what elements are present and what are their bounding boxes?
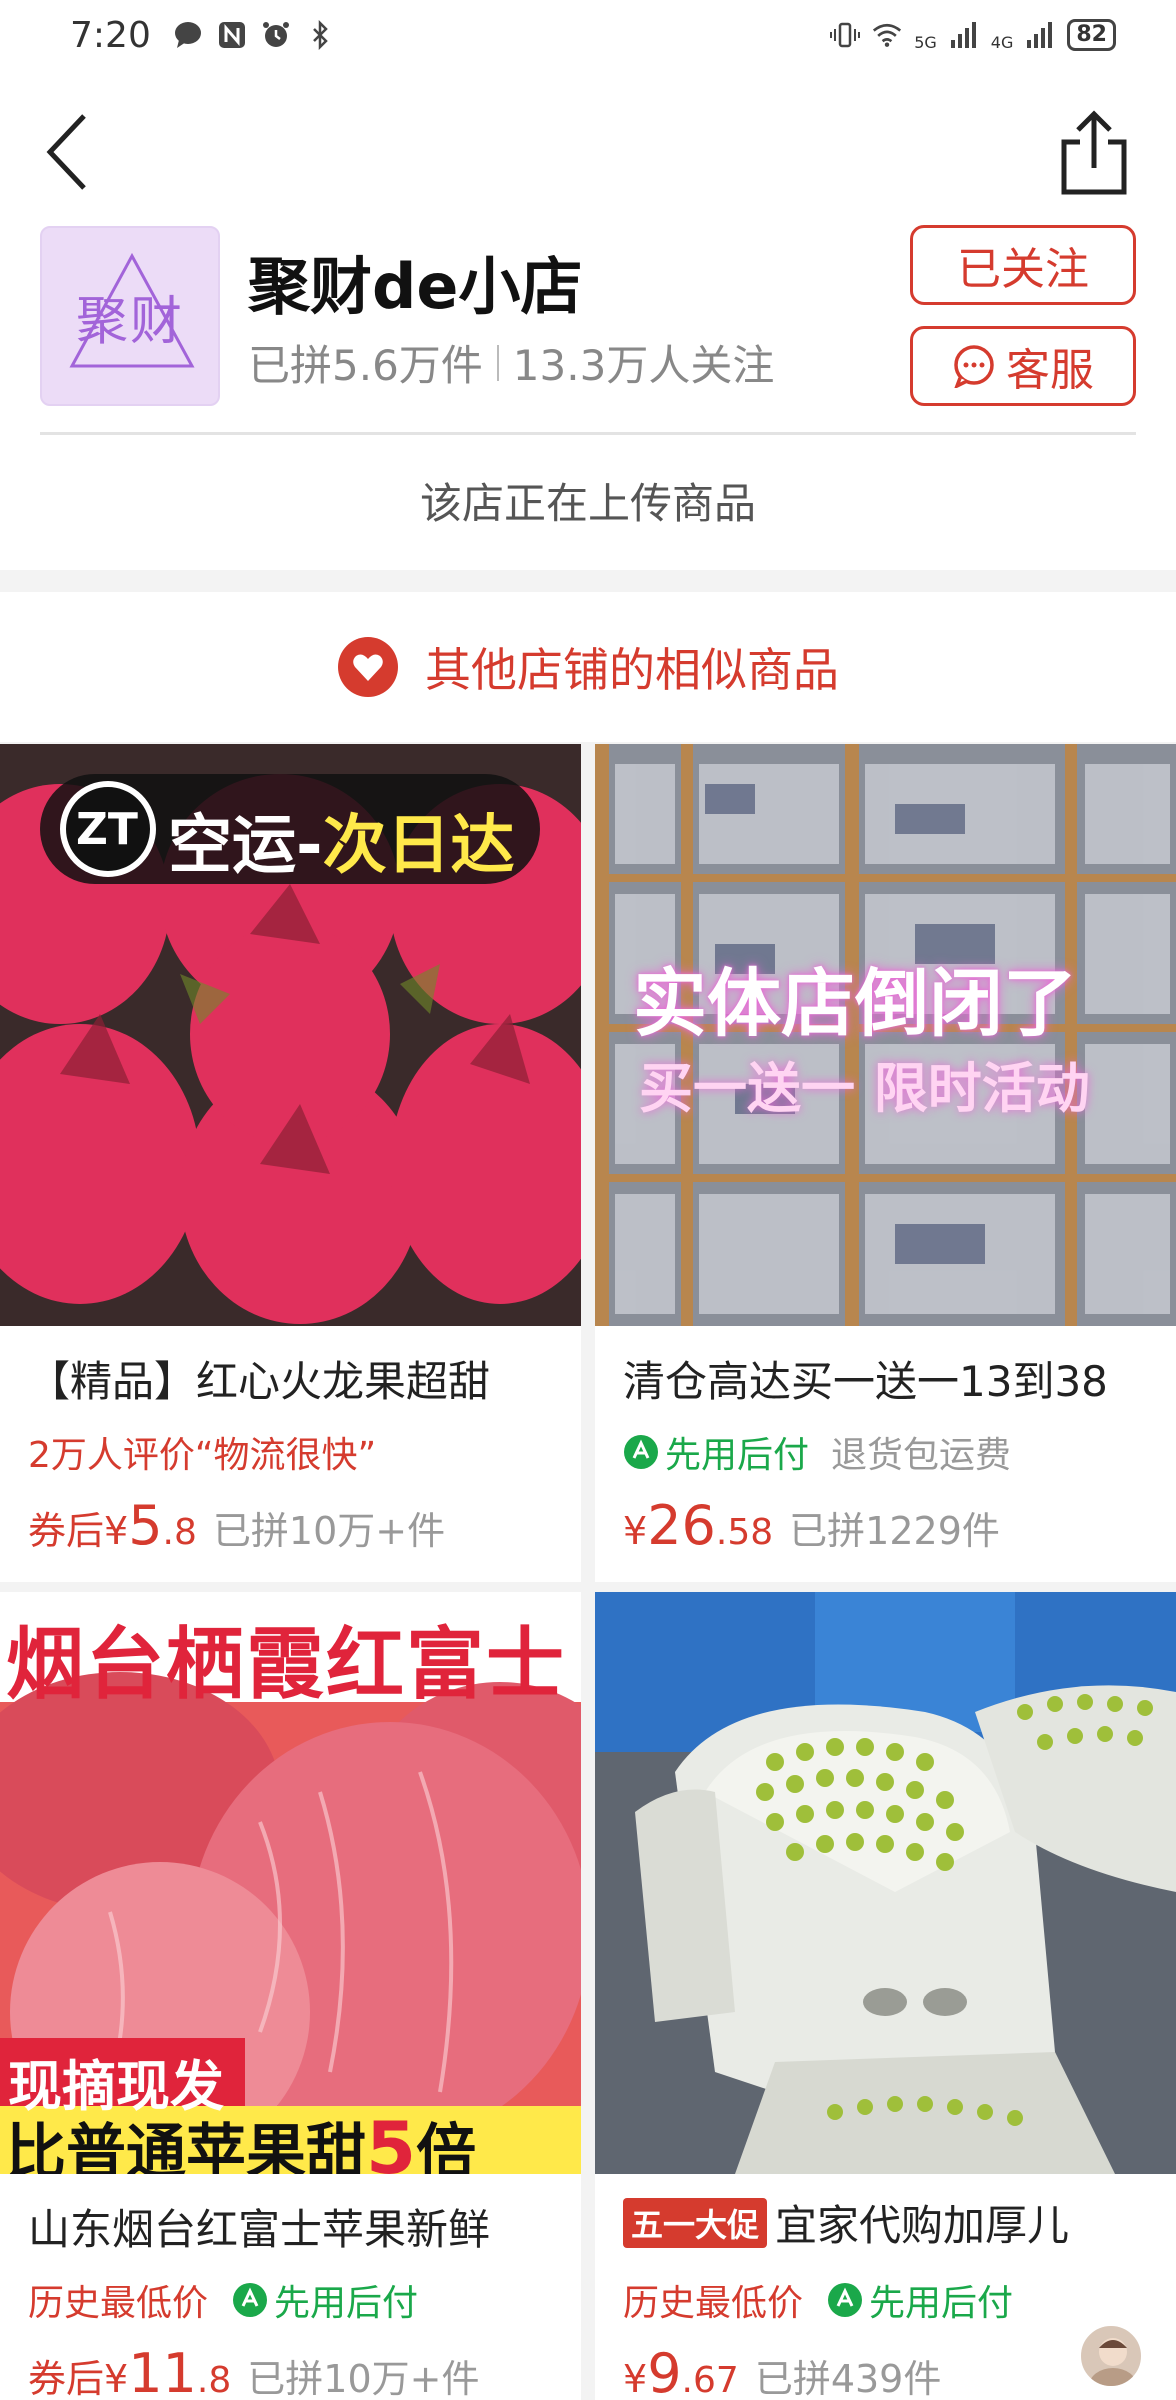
sold-count: 已拼10万+件: [247, 2357, 480, 2400]
image-slogan: 比普通苹果甜5倍: [6, 2104, 476, 2174]
image-headline: 烟台栖霞红富士: [6, 1620, 567, 1710]
product-tags: 历史最低价 先用后付: [623, 2274, 1013, 2326]
status-bar: 7:20 5G 4G 82: [0, 0, 1176, 70]
price-decimal: .58: [715, 1512, 774, 1553]
network-label-4g: 4G: [990, 32, 1014, 52]
chevron-left-icon: [46, 114, 86, 190]
product-image: 烟台栖霞红富士 现摘现发 比普通苹果甜5倍: [0, 1592, 581, 2174]
price-integer: 11: [128, 2342, 197, 2400]
product-title: 五一大促 宜家代购加厚儿: [623, 2192, 1163, 2253]
chat-icon: [954, 345, 994, 388]
image-headline: 实体店倒闭了: [633, 961, 1077, 1047]
product-title-text: 宜家代购加厚儿: [775, 2201, 1070, 2250]
pay-later-icon: [624, 1435, 658, 1469]
customer-service-label: 客服: [1006, 345, 1094, 396]
product-card[interactable]: ZT 空运-次日达 【精品】红心火龙果超甜 2万人评价“物流很快” 券后¥ 5 …: [0, 744, 581, 1582]
image-headline-part1: 空运-: [168, 809, 323, 883]
product-price: 券后¥ 11 .8 已拼10万+件: [28, 2342, 479, 2400]
sold-count: 已拼10万+件: [212, 1509, 446, 1553]
product-card[interactable]: 烟台栖霞红富士 现摘现发 比普通苹果甜5倍 山东烟台红富士苹果新鲜 历史最低价 …: [0, 1592, 581, 2400]
product-price: 券后¥ 5 .8 已拼10万+件: [28, 1494, 445, 1557]
image-headline: 空运-次日达: [168, 794, 515, 886]
lowest-price-tag: 历史最低价: [28, 2283, 209, 2324]
lowest-price-tag: 历史最低价: [623, 2283, 804, 2324]
product-title: 【精品】红心火龙果超甜: [28, 1357, 491, 1406]
vibrate-icon: [830, 20, 861, 50]
image-slogan-part2: 倍: [416, 2118, 477, 2174]
price-decimal: .8: [196, 2360, 232, 2400]
product-tags: 2万人评价“物流很快”: [28, 1426, 376, 1478]
price-integer: 26: [647, 1494, 716, 1557]
promo-badge: 五一大促: [623, 2197, 768, 2248]
pay-later-label: 先用后付: [869, 2283, 1014, 2324]
network-label-5g: 5G: [914, 32, 937, 52]
price-decimal: .67: [681, 2360, 739, 2400]
image-logo-text: ZT: [76, 804, 138, 855]
image-subheadline: 买一送一 限时活动: [639, 1057, 1090, 1120]
product-title: 清仓高达买一送一13到38: [623, 1357, 1108, 1406]
product-tags: 先用后付 退货包运费: [623, 1426, 1011, 1478]
pay-later-tag: 先用后付: [623, 1426, 809, 1478]
product-image: ZT 空运-次日达: [0, 744, 581, 1326]
back-button[interactable]: [40, 110, 96, 194]
similar-products-title: 其他店铺的相似商品: [425, 643, 839, 697]
pay-later-tag: 先用后付: [827, 2274, 1013, 2326]
alarm-icon: [261, 20, 291, 50]
shop-stats: 已拼5.6万件 13.3万人关注: [248, 332, 774, 393]
buyer-avatar[interactable]: [1079, 2324, 1143, 2388]
image-headline-part2: 次日达: [322, 809, 515, 883]
price-decimal: .8: [162, 1512, 197, 1553]
review-tag: 2万人评价“物流很快”: [28, 1435, 377, 1476]
avatar-icon: [1089, 2338, 1137, 2386]
nfc-icon: [217, 20, 247, 50]
product-tags: 历史最低价 先用后付: [28, 2274, 418, 2326]
price-prefix: 券后¥: [28, 2357, 129, 2400]
product-title: 山东烟台红富士苹果新鲜: [28, 2205, 491, 2254]
heart-icon: [338, 637, 398, 697]
shop-header: 聚财 聚财de小店 已拼5.6万件 13.3万人关注 已关注 客服 该店正在上传…: [0, 70, 1176, 570]
shop-follower-count: 13.3万人关注: [512, 341, 775, 390]
price-integer: 5: [128, 1494, 163, 1557]
pay-later-label: 先用后付: [665, 1435, 810, 1476]
shop-logo[interactable]: 聚财: [40, 226, 220, 406]
product-card[interactable]: 实体店倒闭了 买一送一 限时活动 清仓高达买一送一13到38 先用后付 退货包运…: [595, 744, 1176, 1582]
sold-count: 已拼1229件: [789, 1509, 1000, 1553]
step-stool-image: [595, 1592, 1176, 2174]
shop-sold-count: 已拼5.6万件: [248, 341, 483, 390]
image-slogan-part1: 比普通苹果甜: [6, 2118, 366, 2174]
shop-name: 聚财de小店: [248, 250, 583, 323]
product-price: ¥ 9 .67 已拼439件: [623, 2342, 941, 2400]
price-prefix: 券后¥: [28, 1509, 129, 1553]
share-icon: [1061, 110, 1127, 195]
free-return-tag: 退货包运费: [831, 1435, 1012, 1476]
status-time: 7:20: [70, 14, 151, 56]
signal-icon-2: [1025, 20, 1055, 50]
header-divider: [40, 432, 1136, 435]
product-image: 实体店倒闭了 买一送一 限时活动: [595, 744, 1176, 1326]
pay-later-tag: 先用后付: [232, 2274, 418, 2326]
similar-products-header: 其他店铺的相似商品: [0, 592, 1176, 742]
wifi-icon: [872, 20, 902, 50]
pay-later-icon: [233, 2283, 268, 2317]
follow-button[interactable]: 已关注: [910, 225, 1136, 305]
price-prefix: ¥: [623, 1509, 648, 1553]
bluetooth-icon: [305, 20, 335, 50]
pay-later-icon: [828, 2283, 863, 2317]
product-price: ¥ 26 .58 已拼1229件: [623, 1494, 1000, 1557]
customer-service-button[interactable]: 客服: [910, 326, 1136, 406]
product-card[interactable]: 五一大促 宜家代购加厚儿 历史最低价 先用后付 ¥ 9 .67 已拼439件: [595, 1592, 1176, 2400]
signal-icon: [949, 20, 979, 50]
battery-indicator: 82: [1067, 19, 1116, 51]
chat-bubble-icon: [173, 20, 203, 50]
image-slogan-number: 5: [366, 2106, 417, 2174]
upload-notice: 该店正在上传商品: [419, 479, 756, 528]
stat-divider: [496, 344, 499, 381]
price-prefix: ¥: [623, 2357, 648, 2400]
sold-count: 已拼439件: [754, 2357, 942, 2400]
pay-later-label: 先用后付: [274, 2283, 419, 2324]
shop-logo-text: 聚财: [75, 291, 184, 352]
product-image: [595, 1592, 1176, 2174]
share-button[interactable]: [1052, 108, 1136, 198]
price-integer: 9: [647, 2342, 682, 2400]
